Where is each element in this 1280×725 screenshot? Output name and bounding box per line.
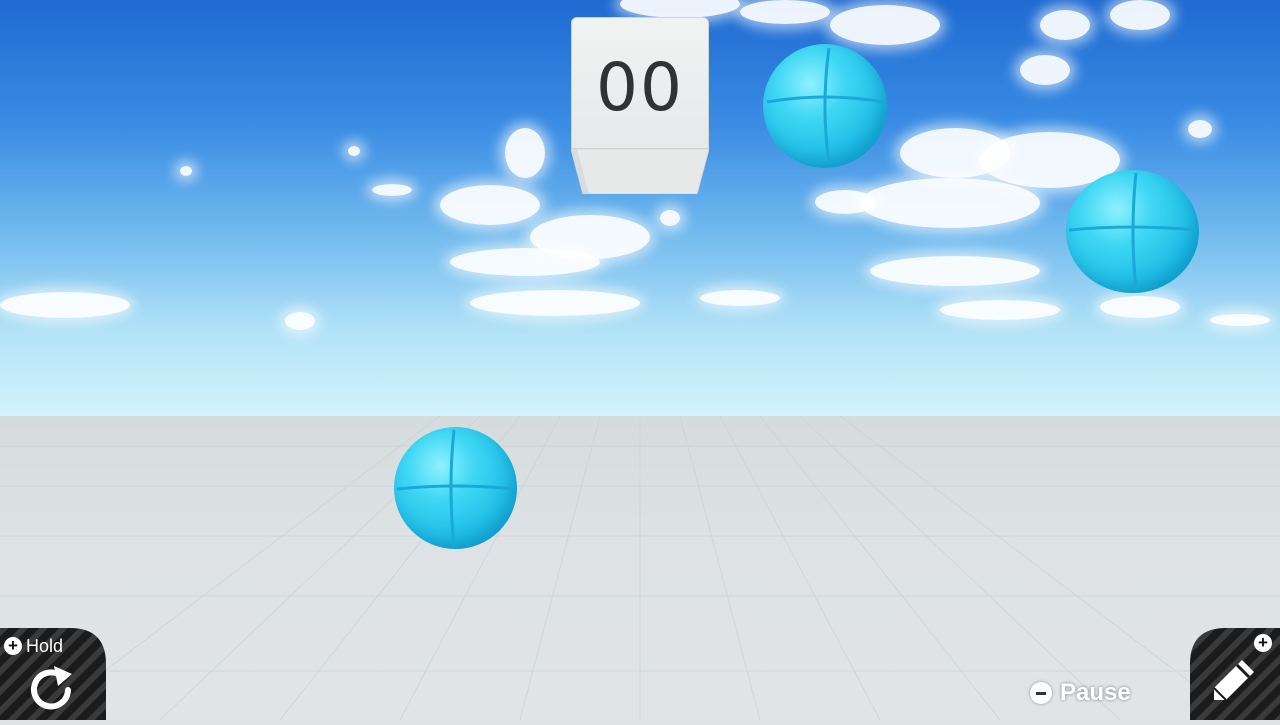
floor-grid: [0, 416, 1280, 720]
ball-seam: [766, 47, 884, 165]
cloud: [1110, 0, 1170, 30]
cloud: [1040, 10, 1090, 40]
plus-icon: +: [1254, 634, 1272, 652]
cloud: [0, 292, 130, 318]
cloud: [830, 5, 940, 45]
pause-label: Pause: [1060, 679, 1131, 706]
game-scene: 00: [0, 0, 1280, 720]
score-value: 00: [596, 48, 684, 126]
cloud: [348, 146, 360, 156]
ball-seam: [1068, 172, 1197, 291]
hold-label-row: + Hold: [4, 636, 63, 656]
floor-grid-lines: [0, 416, 1280, 720]
cloud: [440, 185, 540, 225]
cloud: [700, 290, 780, 306]
ball-seam: [396, 429, 515, 547]
cloud: [1210, 314, 1270, 326]
cloud: [940, 300, 1060, 320]
rotate-icon[interactable]: [26, 664, 80, 714]
hold-label: Hold: [26, 635, 64, 656]
pause-button[interactable]: Pause: [1030, 679, 1131, 706]
pencil-icon[interactable]: [1208, 656, 1258, 706]
cloud: [505, 128, 545, 178]
score-counter: 00: [571, 17, 709, 194]
cloud: [470, 290, 640, 316]
cloud: [180, 166, 192, 176]
plus-icon: +: [4, 637, 22, 655]
score-counter-face: 00: [571, 17, 709, 149]
minus-icon: [1030, 682, 1052, 704]
cloud: [870, 256, 1040, 286]
cloud: [285, 312, 315, 330]
cloud: [620, 0, 740, 18]
cloud: [740, 0, 830, 24]
cloud: [450, 248, 600, 276]
cloud: [1188, 120, 1212, 138]
cloud: [860, 178, 1040, 228]
cloud: [1020, 55, 1070, 85]
cloud: [372, 184, 412, 196]
cloud: [660, 210, 680, 226]
cloud: [1100, 296, 1180, 318]
cloud: [815, 190, 875, 214]
score-counter-base: [571, 149, 709, 194]
ball: [1066, 170, 1199, 293]
ball: [763, 44, 887, 168]
ball: [394, 427, 517, 549]
